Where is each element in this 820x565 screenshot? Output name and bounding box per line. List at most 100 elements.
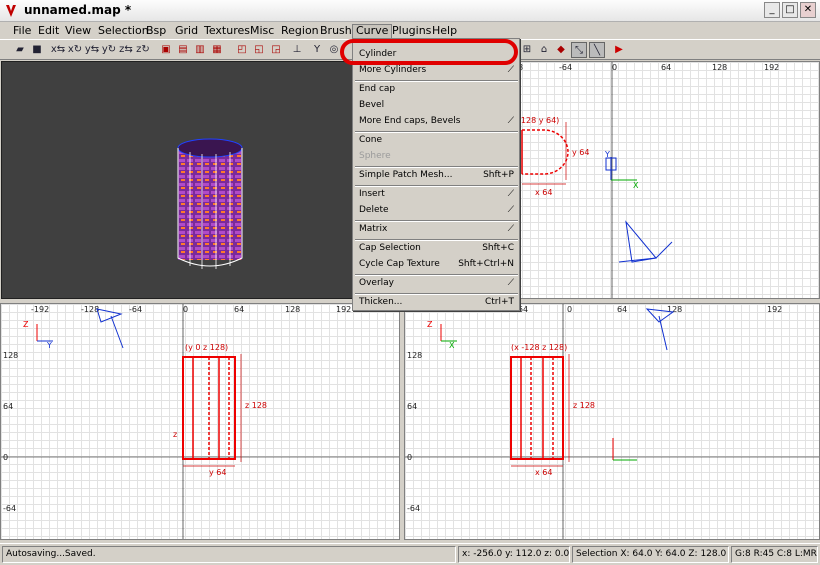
- menu-item-label: End cap: [359, 84, 396, 94]
- menu-misc[interactable]: Misc: [247, 24, 277, 39]
- patch-drill-icon[interactable]: ⤡: [571, 42, 587, 58]
- camera-view[interactable]: [1, 61, 353, 299]
- status-selection: Selection X: 64.0 Y: 64.0 Z: 128.0: [572, 546, 729, 563]
- change-views-icon[interactable]: ⊥: [289, 42, 305, 58]
- axis-z-label: Z: [23, 320, 29, 329]
- submenu-arrow-icon: ⟋: [507, 278, 514, 288]
- menu-item-delete[interactable]: Delete ⟋: [354, 203, 519, 219]
- menu-item-matrix[interactable]: Matrix ⟋: [354, 222, 519, 238]
- menu-item-label: Insert: [359, 189, 385, 199]
- menu-item-end-cap[interactable]: End cap: [354, 82, 519, 98]
- hollow-icon[interactable]: ▥: [192, 42, 208, 58]
- menu-item-label: Bevel: [359, 100, 385, 110]
- flip-x-icon[interactable]: x⇆: [50, 42, 66, 58]
- clipper-icon[interactable]: ▦: [209, 42, 225, 58]
- menu-grid[interactable]: Grid: [172, 24, 201, 39]
- app-icon: [6, 5, 16, 17]
- redisperse-icon[interactable]: ▶: [611, 42, 627, 58]
- menu-item-thicken[interactable]: Thicken... Ctrl+T: [354, 295, 519, 311]
- menu-item-shortcut: Shft+Ctrl+N: [458, 259, 514, 269]
- csg-subtract-icon[interactable]: ▣: [158, 42, 174, 58]
- axis-y-label: Y: [605, 150, 610, 159]
- menu-edit[interactable]: Edit: [35, 24, 62, 39]
- menu-item-label: Simple Patch Mesh...: [359, 170, 453, 180]
- menu-item-more-end-caps[interactable]: More End caps, Bevels ⟋: [354, 114, 519, 130]
- menu-bsp[interactable]: Bsp: [143, 24, 169, 39]
- flip-z-icon[interactable]: z⇆: [118, 42, 134, 58]
- menu-item-label: Matrix: [359, 224, 388, 234]
- brush-label-bottom: x 64: [535, 468, 553, 477]
- menu-plugins[interactable]: Plugins: [389, 24, 434, 39]
- select-inside-icon[interactable]: ◰: [234, 42, 250, 58]
- texture-lock-icon[interactable]: Y: [309, 42, 325, 58]
- brush-label-right: z 128: [573, 401, 596, 410]
- submenu-arrow-icon: ⟋: [507, 205, 514, 215]
- select-complete-icon[interactable]: ◲: [268, 42, 284, 58]
- submenu-arrow-icon: ⟋: [507, 224, 514, 234]
- menu-item-overlay[interactable]: Overlay ⟋: [354, 276, 519, 292]
- menu-item-label: Cycle Cap Texture: [359, 259, 440, 269]
- menu-item-label: Delete: [359, 205, 389, 215]
- close-button[interactable]: ✕: [800, 2, 816, 18]
- menu-help[interactable]: Help: [429, 24, 460, 39]
- save-icon[interactable]: ■: [29, 42, 45, 58]
- submenu-arrow-icon: ⟋: [507, 189, 514, 199]
- menu-item-label: Cone: [359, 135, 383, 145]
- menu-item-label: Overlay: [359, 278, 394, 288]
- brush-label-left: z: [173, 430, 178, 439]
- rotate-x-icon[interactable]: x↻: [67, 42, 83, 58]
- menu-item-shortcut: Shft+P: [483, 170, 514, 180]
- show-entities-icon[interactable]: ╲: [589, 42, 605, 58]
- axis-z-label: Z: [427, 320, 433, 329]
- title-bar: unnamed.map * _ □ ✕: [0, 0, 820, 22]
- open-icon[interactable]: ▰: [12, 42, 28, 58]
- cylinder-preview: [177, 138, 243, 269]
- menu-file[interactable]: File: [10, 24, 34, 39]
- menu-textures[interactable]: Textures: [201, 24, 253, 39]
- menu-item-label: Cap Selection: [359, 243, 421, 253]
- submenu-arrow-icon: ⟋: [507, 116, 514, 126]
- brush-label-top: (y 0 z 128): [185, 343, 229, 352]
- window-title: unnamed.map *: [24, 3, 132, 17]
- status-message: Autosaving...Saved.: [2, 546, 456, 563]
- brush-label-bottom: x 64: [535, 188, 553, 197]
- select-touching-icon[interactable]: ◱: [251, 42, 267, 58]
- brush-label-bottom: y 64: [209, 468, 227, 477]
- patch-insdel-icon[interactable]: ⌂: [536, 42, 552, 58]
- xz-geometry: [405, 304, 819, 539]
- minimize-button[interactable]: _: [764, 2, 780, 18]
- menu-item-insert[interactable]: Insert ⟋: [354, 187, 519, 203]
- menu-item-sphere[interactable]: Sphere: [354, 149, 519, 165]
- menu-item-cone[interactable]: Cone: [354, 133, 519, 149]
- maximize-button[interactable]: □: [782, 2, 798, 18]
- menu-region[interactable]: Region: [278, 24, 322, 39]
- flip-y-icon[interactable]: y⇆: [84, 42, 100, 58]
- menu-item-label: Thicken...: [359, 297, 403, 307]
- yz-view[interactable]: -192 -128 -64 0 64 128 192 128 64 0 -64 …: [0, 303, 400, 540]
- patch-bend-icon[interactable]: ⊞: [519, 42, 535, 58]
- brush-label-right: y 64: [572, 148, 590, 157]
- menu-item-simple-patch-mesh[interactable]: Simple Patch Mesh... Shft+P: [354, 168, 519, 184]
- status-coordinates: x: -256.0 y: 112.0 z: 0.0: [458, 546, 570, 563]
- menu-item-shortcut: Ctrl+T: [484, 297, 514, 307]
- axis-x-label: X: [449, 341, 455, 350]
- menu-item-cap-selection[interactable]: Cap Selection Shft+C: [354, 241, 519, 257]
- rotate-y-icon[interactable]: y↻: [101, 42, 117, 58]
- csg-merge-icon[interactable]: ▤: [175, 42, 191, 58]
- brush-label-top: (x -128 z 128): [511, 343, 568, 352]
- menu-item-cycle-cap-texture[interactable]: Cycle Cap Texture Shft+Ctrl+N: [354, 257, 519, 273]
- rotate-z-icon[interactable]: z↻: [135, 42, 151, 58]
- curve-menu: Cylinder More Cylinders ⟋ End cap Bevel M…: [352, 38, 520, 311]
- brush-label-right: z 128: [245, 401, 268, 410]
- patch-weld-icon[interactable]: ◆: [553, 42, 569, 58]
- menu-brush[interactable]: Brush: [317, 24, 355, 39]
- menu-item-bevel[interactable]: Bevel: [354, 98, 519, 114]
- menu-view[interactable]: View: [62, 24, 94, 39]
- axis-y-label: Y: [47, 341, 52, 350]
- menu-curve[interactable]: Curve: [352, 24, 393, 39]
- menu-item-more-cylinders[interactable]: More Cylinders ⟋: [354, 63, 519, 79]
- submenu-arrow-icon: ⟋: [507, 65, 514, 75]
- xz-view[interactable]: -192 -128 -64 0 64 128 192 128 64 0 -64 …: [404, 303, 820, 540]
- menu-item-label: Sphere: [359, 151, 391, 161]
- status-grid: G:8 R:45 C:8 L:MR: [731, 546, 818, 563]
